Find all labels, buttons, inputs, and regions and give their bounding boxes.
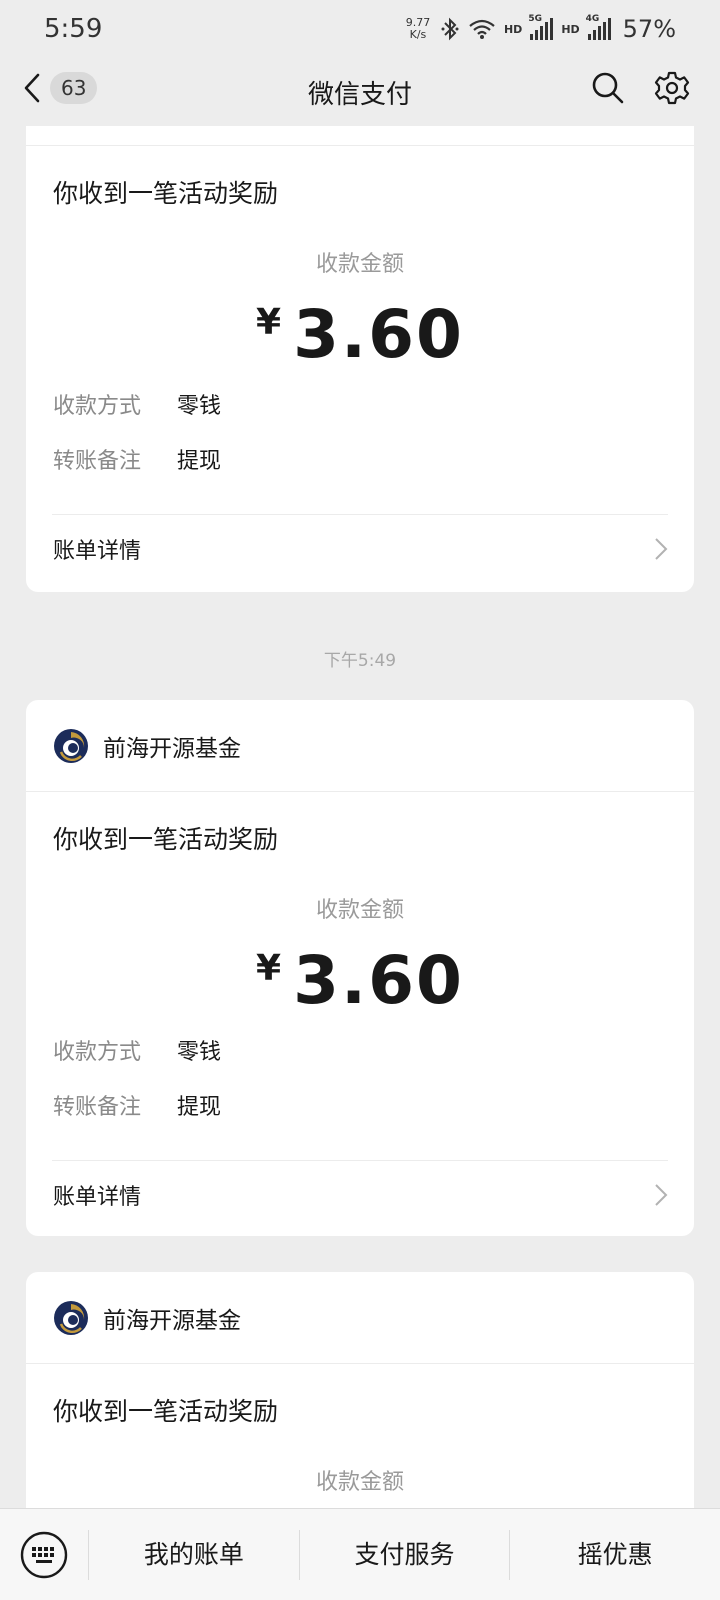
- status-bar: 5:59 9.77 K/s HD 5G HD 4G 57%: [0, 0, 720, 58]
- card-title: 你收到一笔活动奖励: [53, 179, 279, 208]
- sender-name: 前海开源基金: [103, 1307, 241, 1334]
- back-arrow-icon: [24, 73, 40, 103]
- bill-detail-link[interactable]: 账单详情: [26, 515, 694, 583]
- hd-indicator: HD: [503, 22, 523, 36]
- amount-value: ¥3.60: [26, 296, 694, 376]
- bottom-menu: 我的账单 支付服务 摇优惠: [0, 1508, 720, 1600]
- bluetooth-icon: [441, 17, 459, 41]
- bill-detail-link[interactable]: 账单详情: [26, 1161, 694, 1229]
- payment-card[interactable]: 前海开源基金 你收到一笔活动奖励 收款金额: [26, 1272, 694, 1508]
- sender-name: 前海开源基金: [103, 735, 241, 762]
- method-key: 收款方式: [53, 393, 142, 419]
- card-header-partial: [26, 126, 694, 146]
- fund-logo-icon: [54, 1300, 88, 1335]
- remark-value: 提现: [177, 1094, 222, 1120]
- remark-key: 转账备注: [53, 1094, 142, 1120]
- menu-my-bills[interactable]: 我的账单: [89, 1509, 299, 1600]
- chevron-right-icon: [655, 538, 668, 560]
- method-row: 收款方式 零钱: [26, 1022, 694, 1077]
- remark-key: 转账备注: [53, 448, 142, 474]
- amount-label: 收款金额: [315, 1470, 404, 1495]
- method-value: 零钱: [177, 393, 222, 419]
- bill-detail-label: 账单详情: [53, 539, 142, 564]
- card-header: 前海开源基金: [26, 1272, 694, 1364]
- payment-card[interactable]: 前海开源基金 你收到一笔活动奖励 收款金额 ¥3.60 收款方式 零钱 转账备注…: [26, 700, 694, 1236]
- menu-shake-offers[interactable]: 摇优惠: [510, 1509, 720, 1600]
- chevron-right-icon: [655, 1184, 668, 1206]
- currency-symbol: ¥: [256, 948, 282, 989]
- signal-5g-tag: 5G: [528, 14, 542, 24]
- card-title: 你收到一笔活动奖励: [53, 825, 279, 854]
- gear-icon: [654, 71, 690, 105]
- battery-level: 57%: [622, 15, 676, 43]
- fund-logo-icon: [54, 728, 88, 763]
- remark-value: 提现: [177, 448, 222, 474]
- currency-symbol: ¥: [256, 302, 282, 343]
- keyboard-icon: [20, 1531, 68, 1578]
- payment-card[interactable]: 你收到一笔活动奖励 收款金额 ¥3.60 收款方式 零钱 转账备注 提现 账单详…: [26, 126, 694, 592]
- wifi-icon: [469, 19, 495, 39]
- card-header: 前海开源基金: [26, 700, 694, 792]
- method-row: 收款方式 零钱: [26, 376, 694, 431]
- amount-label: 收款金额: [315, 252, 404, 277]
- message-list[interactable]: 你收到一笔活动奖励 收款金额 ¥3.60 收款方式 零钱 转账备注 提现 账单详…: [0, 126, 720, 1508]
- nav-bar: 63 微信支付: [0, 58, 720, 126]
- signal-4g-icon: 4G: [586, 14, 611, 40]
- menu-payment-services[interactable]: 支付服务: [300, 1509, 510, 1600]
- keyboard-toggle-button[interactable]: [0, 1509, 88, 1600]
- amount-value: ¥3.60: [26, 942, 694, 1022]
- settings-button[interactable]: [654, 70, 690, 110]
- method-value: 零钱: [177, 1039, 222, 1065]
- back-button[interactable]: 63: [22, 72, 98, 104]
- amount-label: 收款金额: [315, 898, 404, 923]
- status-icons: 9.77 K/s HD 5G HD 4G 57%: [404, 14, 676, 43]
- search-icon: [592, 72, 624, 104]
- status-time: 5:59: [44, 14, 103, 44]
- signal-5g-icon: 5G: [528, 14, 554, 40]
- message-timestamp: 下午5:49: [323, 651, 397, 671]
- unread-count-badge: 63: [50, 72, 98, 104]
- network-speed-unit: K/s: [409, 28, 427, 41]
- bill-detail-label: 账单详情: [53, 1185, 142, 1210]
- hd-indicator-2: HD: [561, 22, 580, 36]
- amount-number: 3.60: [293, 296, 464, 373]
- remark-row: 转账备注 提现: [26, 1077, 694, 1132]
- signal-4g-tag: 4G: [585, 14, 600, 24]
- method-key: 收款方式: [53, 1039, 142, 1065]
- amount-number: 3.60: [293, 942, 464, 1019]
- network-speed: 9.77 K/s: [404, 17, 432, 41]
- search-button[interactable]: [590, 70, 626, 110]
- card-title: 你收到一笔活动奖励: [53, 1397, 279, 1426]
- remark-row: 转账备注 提现: [26, 431, 694, 486]
